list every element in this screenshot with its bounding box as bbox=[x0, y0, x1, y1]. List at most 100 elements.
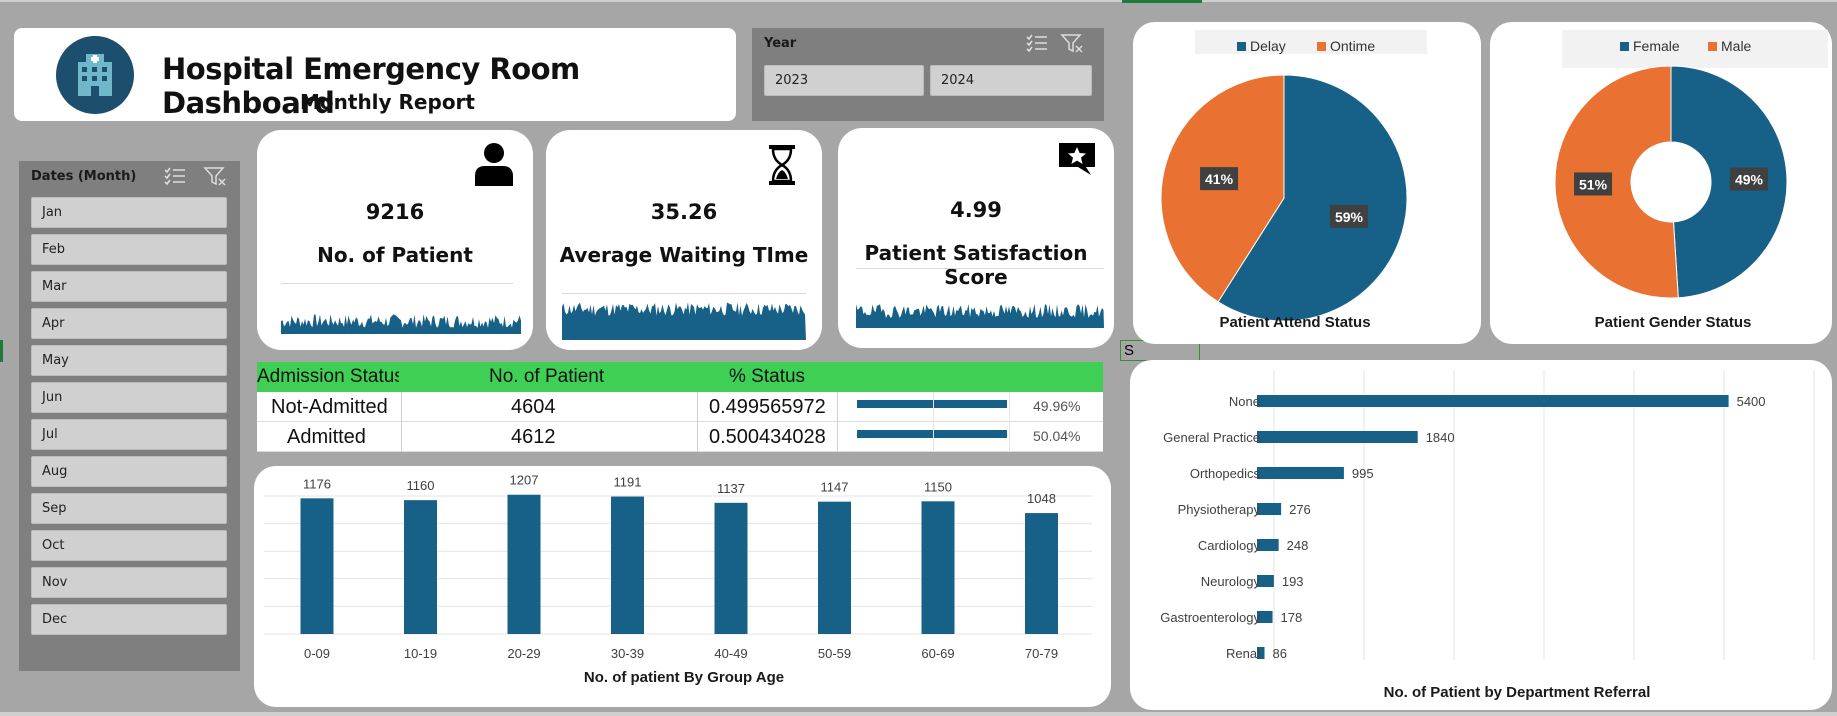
star-speech-icon bbox=[1059, 143, 1095, 175]
column-header-status: Admission Status bbox=[257, 366, 399, 387]
year-option-2023[interactable]: 2023 bbox=[764, 65, 924, 96]
year-option-2024[interactable]: 2024 bbox=[930, 65, 1092, 96]
bar-cardiology bbox=[1257, 539, 1279, 551]
table-row: Admitted 4612 0.500434028 50.04% bbox=[257, 422, 1103, 452]
kpi-patients-value: 9216 bbox=[365, 200, 425, 224]
admission-status-table: Admission Status No. of Patient % Status… bbox=[257, 362, 1103, 452]
data-label: 1207 bbox=[510, 473, 539, 488]
data-label: 178 bbox=[1281, 610, 1303, 625]
data-label: 86 bbox=[1273, 646, 1287, 661]
column-divider bbox=[401, 392, 402, 452]
kpi-card-satisfaction: 4.99 Patient Satisfaction Score bbox=[838, 128, 1114, 348]
month-option-apr[interactable]: Apr bbox=[31, 308, 227, 339]
y-tick-label: Gastroenterology bbox=[1160, 610, 1260, 625]
kpi-divider bbox=[562, 293, 806, 294]
x-tick-label: 60-69 bbox=[921, 646, 954, 661]
kpi-card-waiting: 35.26 Average Waiting TIme bbox=[546, 130, 822, 350]
data-label: 193 bbox=[1282, 574, 1304, 589]
hourglass-icon bbox=[769, 145, 795, 185]
month-option-may[interactable]: May bbox=[31, 345, 227, 376]
row-selection-marker bbox=[0, 340, 3, 362]
legend-label: Female bbox=[1633, 38, 1680, 54]
bar-none bbox=[1257, 395, 1729, 407]
percent-bar-label: 49.96% bbox=[1033, 398, 1081, 414]
clear-filter-icon[interactable] bbox=[203, 165, 227, 187]
chart-title: No. of patient By Group Age bbox=[584, 669, 784, 686]
month-option-oct[interactable]: Oct bbox=[31, 530, 227, 561]
y-tick-label: None bbox=[1229, 394, 1260, 409]
hospital-logo-icon bbox=[56, 36, 134, 114]
year-slicer-header: Year bbox=[764, 36, 797, 51]
table-row: Not-Admitted 4604 0.499565972 49.96% bbox=[257, 392, 1103, 422]
kpi-satisfaction-value: 4.99 bbox=[950, 198, 1002, 222]
data-label: 5400 bbox=[1737, 394, 1766, 409]
gridline bbox=[1009, 392, 1010, 452]
month-option-feb[interactable]: Feb bbox=[31, 234, 227, 265]
column-selection-marker bbox=[1122, 0, 1202, 3]
row-count: 4604 bbox=[511, 396, 556, 418]
x-tick-label: 10-19 bbox=[404, 646, 437, 661]
x-tick-label: 70-79 bbox=[1025, 646, 1058, 661]
month-option-aug[interactable]: Aug bbox=[31, 456, 227, 487]
chart-title: Patient Gender Status bbox=[1595, 314, 1752, 331]
chart-title: No. of Patient by Department Referral bbox=[1384, 684, 1651, 701]
y-tick-label: Neurology bbox=[1201, 574, 1261, 589]
x-tick-label: 20-29 bbox=[507, 646, 540, 661]
bar-70-79 bbox=[1025, 513, 1058, 634]
data-label: 1147 bbox=[821, 480, 849, 495]
kpi-card-patients: 9216 No. of Patient bbox=[257, 130, 533, 350]
data-label: 49% bbox=[1735, 172, 1764, 188]
data-label: 276 bbox=[1289, 502, 1311, 517]
x-tick-label: 0-09 bbox=[304, 646, 330, 661]
percent-data-bar bbox=[857, 400, 1007, 408]
legend-label: Male bbox=[1721, 38, 1752, 54]
column-header-count: No. of Patient bbox=[489, 366, 605, 387]
x-tick-label: 30-39 bbox=[611, 646, 644, 661]
multi-select-icon[interactable] bbox=[1025, 32, 1049, 54]
bar-orthopedics bbox=[1257, 467, 1344, 479]
y-tick-label: Cardiology bbox=[1198, 538, 1261, 553]
bar-10-19 bbox=[404, 500, 437, 634]
bar-physiotherapy bbox=[1257, 503, 1282, 515]
column-divider bbox=[837, 392, 838, 452]
bar-20-29 bbox=[507, 494, 541, 634]
bar-50-59 bbox=[818, 501, 851, 634]
month-option-dec[interactable]: Dec bbox=[31, 604, 227, 635]
kpi-divider bbox=[281, 283, 513, 284]
x-tick-label: 40-49 bbox=[714, 646, 747, 661]
legend-swatch bbox=[1317, 42, 1326, 51]
bar-0-09 bbox=[300, 498, 334, 634]
month-slicer-header: Dates (Month) bbox=[31, 169, 137, 184]
month-option-jul[interactable]: Jul bbox=[31, 419, 227, 450]
bar-60-69 bbox=[921, 501, 955, 634]
data-label: 1150 bbox=[924, 479, 952, 494]
gender-status-donut-chart: Female Male 49% 51% Patient Gender Status bbox=[1554, 30, 1828, 331]
title-card: Hospital Emergency Room Dashboard Monthl… bbox=[14, 28, 736, 121]
month-option-sep[interactable]: Sep bbox=[31, 493, 227, 524]
attend-status-chart-card: Delay Ontime 59% 41% Patient Attend Status bbox=[1133, 22, 1481, 344]
row-percent: 0.500434028 bbox=[709, 426, 826, 448]
department-referral-bar-chart: None 5400 General Practice 1840 Orthopedics 9… bbox=[1160, 370, 1815, 701]
y-tick-label: Renal bbox=[1226, 646, 1260, 661]
month-option-nov[interactable]: Nov bbox=[31, 567, 227, 598]
month-option-jan[interactable]: Jan bbox=[31, 197, 227, 228]
data-label: 1191 bbox=[614, 475, 642, 490]
data-label: 41% bbox=[1205, 171, 1234, 187]
data-label: 1176 bbox=[303, 476, 331, 491]
age-group-bar-chart: 1176 0-09 1160 10-19 1207 20-29 1191 30-39 1137 4… bbox=[264, 473, 1092, 686]
data-label: 995 bbox=[1352, 466, 1374, 481]
data-label: 1137 bbox=[717, 481, 745, 496]
month-option-jun[interactable]: Jun bbox=[31, 382, 227, 413]
row-count: 4612 bbox=[511, 426, 556, 448]
table-header-row: Admission Status No. of Patient % Status bbox=[257, 362, 1103, 392]
age-group-chart-card: 1176 0-09 1160 10-19 1207 20-29 1191 30-39 1137 4… bbox=[254, 466, 1111, 707]
y-tick-label: Physiotherapy bbox=[1178, 502, 1261, 517]
clear-filter-icon[interactable] bbox=[1060, 32, 1084, 54]
sparkline-area bbox=[281, 314, 521, 334]
person-icon bbox=[475, 143, 513, 186]
sheet-top-edge bbox=[0, 0, 1837, 2]
sheet-bottom-edge bbox=[0, 712, 1837, 716]
multi-select-icon[interactable] bbox=[163, 165, 187, 187]
month-option-mar[interactable]: Mar bbox=[31, 271, 227, 302]
column-header-percent: % Status bbox=[729, 366, 806, 387]
